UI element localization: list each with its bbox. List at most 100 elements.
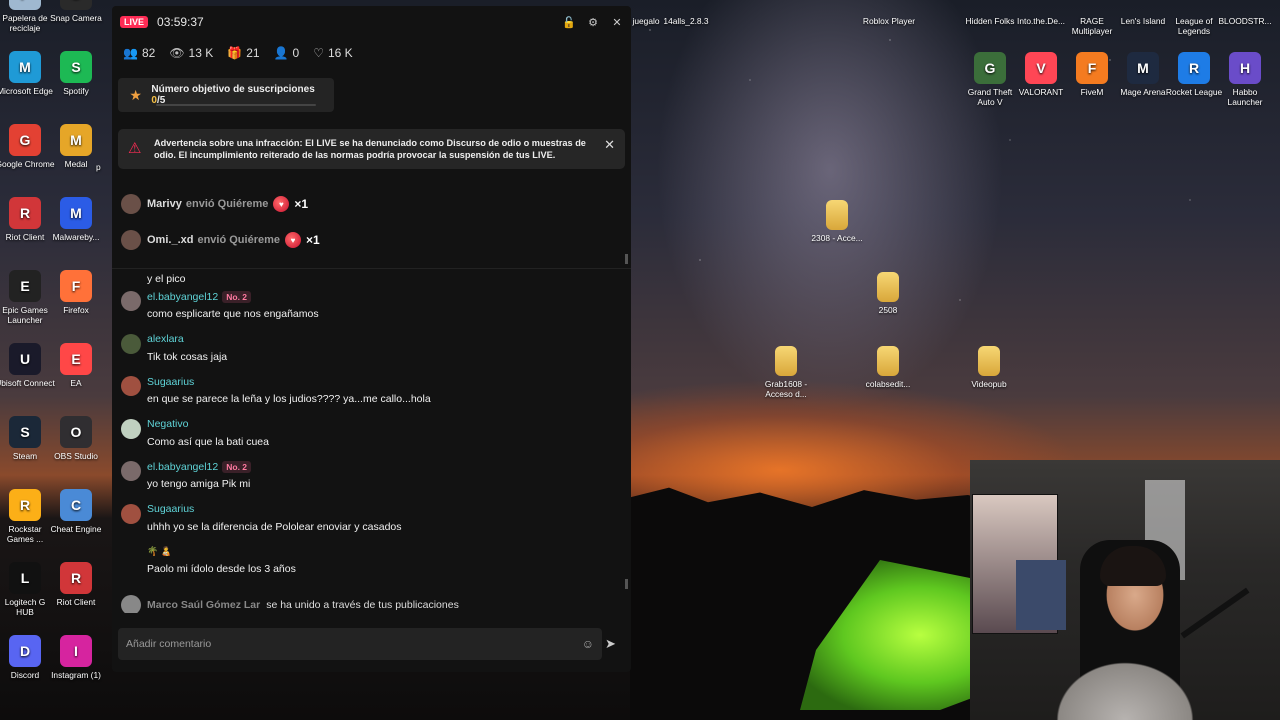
desktop-icon[interactable]: M Malwareby... <box>46 197 106 242</box>
message-username: alexlara <box>147 333 227 346</box>
spotify-icon: S <box>60 51 92 83</box>
folder-icon[interactable]: colabsedit... <box>858 346 918 389</box>
malwarebytes-icon: M <box>60 197 92 229</box>
goal-icon: ★ <box>129 86 142 103</box>
folder-icon[interactable]: 2508 <box>858 272 918 315</box>
chrome-icon: G <box>9 124 41 156</box>
username[interactable]: Sugaarius <box>147 376 194 388</box>
username[interactable]: alexlara <box>147 333 184 345</box>
folder-icon[interactable]: Videopub <box>959 346 1019 389</box>
epic-games-icon: E <box>9 270 41 302</box>
live-badge: LIVE <box>120 16 149 28</box>
folder-label: 2508 <box>878 305 898 315</box>
desktop-icon[interactable]: Roblox Player <box>859 16 919 26</box>
live-topbar: LIVE 03:59:37 🔓 ⚙ ✕ <box>112 6 631 38</box>
fivem-icon: F <box>1076 52 1108 84</box>
username[interactable]: el.babyangel12 <box>147 291 218 303</box>
desktop-icon[interactable]: R Riot Client <box>46 562 106 607</box>
desktop-icon[interactable]: BLOODSTR... <box>1215 16 1275 26</box>
chat-message: 🌴 🧑‍🍼 Paolo mi ídolo desde los 3 años <box>121 545 296 575</box>
folder-icon <box>826 200 848 230</box>
username[interactable]: 🌴 🧑‍🍼 <box>147 546 172 557</box>
desktop-icon[interactable]: E EA <box>46 343 106 388</box>
desktop-icon-label: Snap Camera <box>50 13 102 23</box>
avatar <box>121 194 141 214</box>
send-icon[interactable]: ➤ <box>605 636 616 652</box>
join-username[interactable]: Marco Saúl Gómez Lar <box>147 599 260 611</box>
avatar <box>121 418 141 439</box>
rose-gift-icon: ♥ <box>273 196 290 212</box>
message-text: Paolo mi ídolo desde los 3 años <box>147 563 296 575</box>
stat-value: 21 <box>246 46 260 60</box>
firefox-icon: F <box>60 270 92 302</box>
comment-box[interactable]: ☺ <box>118 628 602 660</box>
username[interactable]: Negativo <box>147 418 188 430</box>
stat-value: 0 <box>292 46 300 60</box>
folder-icon <box>877 346 899 376</box>
desktop-icon[interactable]: F Firefox <box>46 270 106 315</box>
message-text: Como así que la bati cuea <box>147 435 269 448</box>
message-content: el.babyangel12 No. 2 como esplicarte que n… <box>147 290 319 320</box>
folder-label: Grab1608 - Acceso d... <box>764 379 808 399</box>
desktop-icon-label: Habbo Launcher <box>1227 87 1263 107</box>
steam-icon: S <box>9 416 41 448</box>
chat-scrollbar[interactable] <box>625 254 628 589</box>
desktop-icon[interactable]: S Spotify <box>46 51 106 96</box>
username[interactable]: Sugaarius <box>147 503 194 515</box>
desktop-icon-label: Malwareby... <box>52 232 100 242</box>
avatar <box>121 333 141 354</box>
gift-sender: Marivy <box>147 198 182 210</box>
message-content: Sugaarius uhhh yo se la diferencia de Pol… <box>147 503 402 533</box>
chat-message: Negativo Como así que la bati cuea <box>121 418 269 448</box>
folder-label: Videopub <box>971 379 1007 389</box>
riot-icon: R <box>60 562 92 594</box>
follow-icon: 👤 <box>273 46 289 60</box>
message-content: alexlara Tik tok cosas jaja <box>147 333 227 363</box>
desktop-icon-label: 14alls_2.8.3 <box>663 16 709 26</box>
desktop-icon[interactable]: S Snap Camera <box>46 0 106 23</box>
gift-sender: Omi._.xd <box>147 234 194 246</box>
edge-icon: M <box>9 51 41 83</box>
message-username: el.babyangel12 No. 2 <box>147 290 319 303</box>
avatar <box>121 595 141 613</box>
goal-progress-bar <box>156 104 316 106</box>
tiktok-live-panel: LIVE 03:59:37 🔓 ⚙ ✕ 👥 82 👁 13 K 🎁 21 👤 0 ♡ 16 K ★… <box>112 6 631 672</box>
desktop-icon[interactable]: H Habbo Launcher <box>1215 52 1275 107</box>
gta-icon: G <box>974 52 1006 84</box>
join-notification: Marco Saúl Gómez Lar se ha unido a través… <box>121 595 459 613</box>
message-username: Sugaarius <box>147 503 402 516</box>
desktop-icon-label: Roblox Player <box>862 16 916 26</box>
gift-count: ×1 <box>306 233 320 247</box>
message-content: Negativo Como así que la bati cuea <box>147 418 269 448</box>
username[interactable]: el.babyangel12 <box>147 461 218 473</box>
cheat-engine-icon: C <box>60 489 92 521</box>
emoji-icon[interactable]: ☺ <box>582 637 594 651</box>
rose-gift-icon: ♥ <box>285 232 302 248</box>
message-username: Sugaarius <box>147 375 431 388</box>
desktop-icon-label: Spotify <box>63 86 89 96</box>
recycle-bin-icon: P <box>9 0 41 10</box>
comment-input[interactable] <box>126 638 566 650</box>
warning-close-icon[interactable]: ✕ <box>604 137 615 153</box>
close-icon[interactable]: ✕ <box>611 16 623 29</box>
gift-action: envió Quiéreme <box>197 234 281 246</box>
desktop-icon[interactable]: O OBS Studio <box>46 416 106 461</box>
gift-list: Marivy envió Quiéreme ♥ ×1 Omi._.xd envió Qui… <box>112 186 631 258</box>
desktop-icon[interactable]: I Instagram (1) <box>46 635 106 680</box>
cut-message-text: y el pico <box>147 273 186 285</box>
rank-badge: No. 2 <box>222 460 252 473</box>
message-text: yo tengo amiga Pik mi <box>147 478 251 490</box>
folder-icon[interactable]: 2308 - Acce... <box>807 200 867 243</box>
gift-row: Marivy envió Quiéreme ♥ ×1 <box>112 186 631 222</box>
settings-icon[interactable]: ⚙ <box>587 16 599 29</box>
lock-icon[interactable]: 🔓 <box>562 16 576 29</box>
folder-icon[interactable]: Grab1608 - Acceso d... <box>756 346 816 399</box>
desktop-icon[interactable]: 14alls_2.8.3 <box>656 16 716 26</box>
desktop-icon[interactable]: C Cheat Engine <box>46 489 106 534</box>
message-content: 🌴 🧑‍🍼 Paolo mi ídolo desde los 3 años <box>147 545 296 575</box>
goal-label: Número objetivo de suscripciones <box>151 84 315 95</box>
logitech-icon: L <box>9 562 41 594</box>
subscription-goal[interactable]: ★ Número objetivo de suscripciones 0/5 <box>118 78 334 112</box>
desktop-icon-label: Firefox <box>63 305 89 315</box>
habbo-icon: H <box>1229 52 1261 84</box>
